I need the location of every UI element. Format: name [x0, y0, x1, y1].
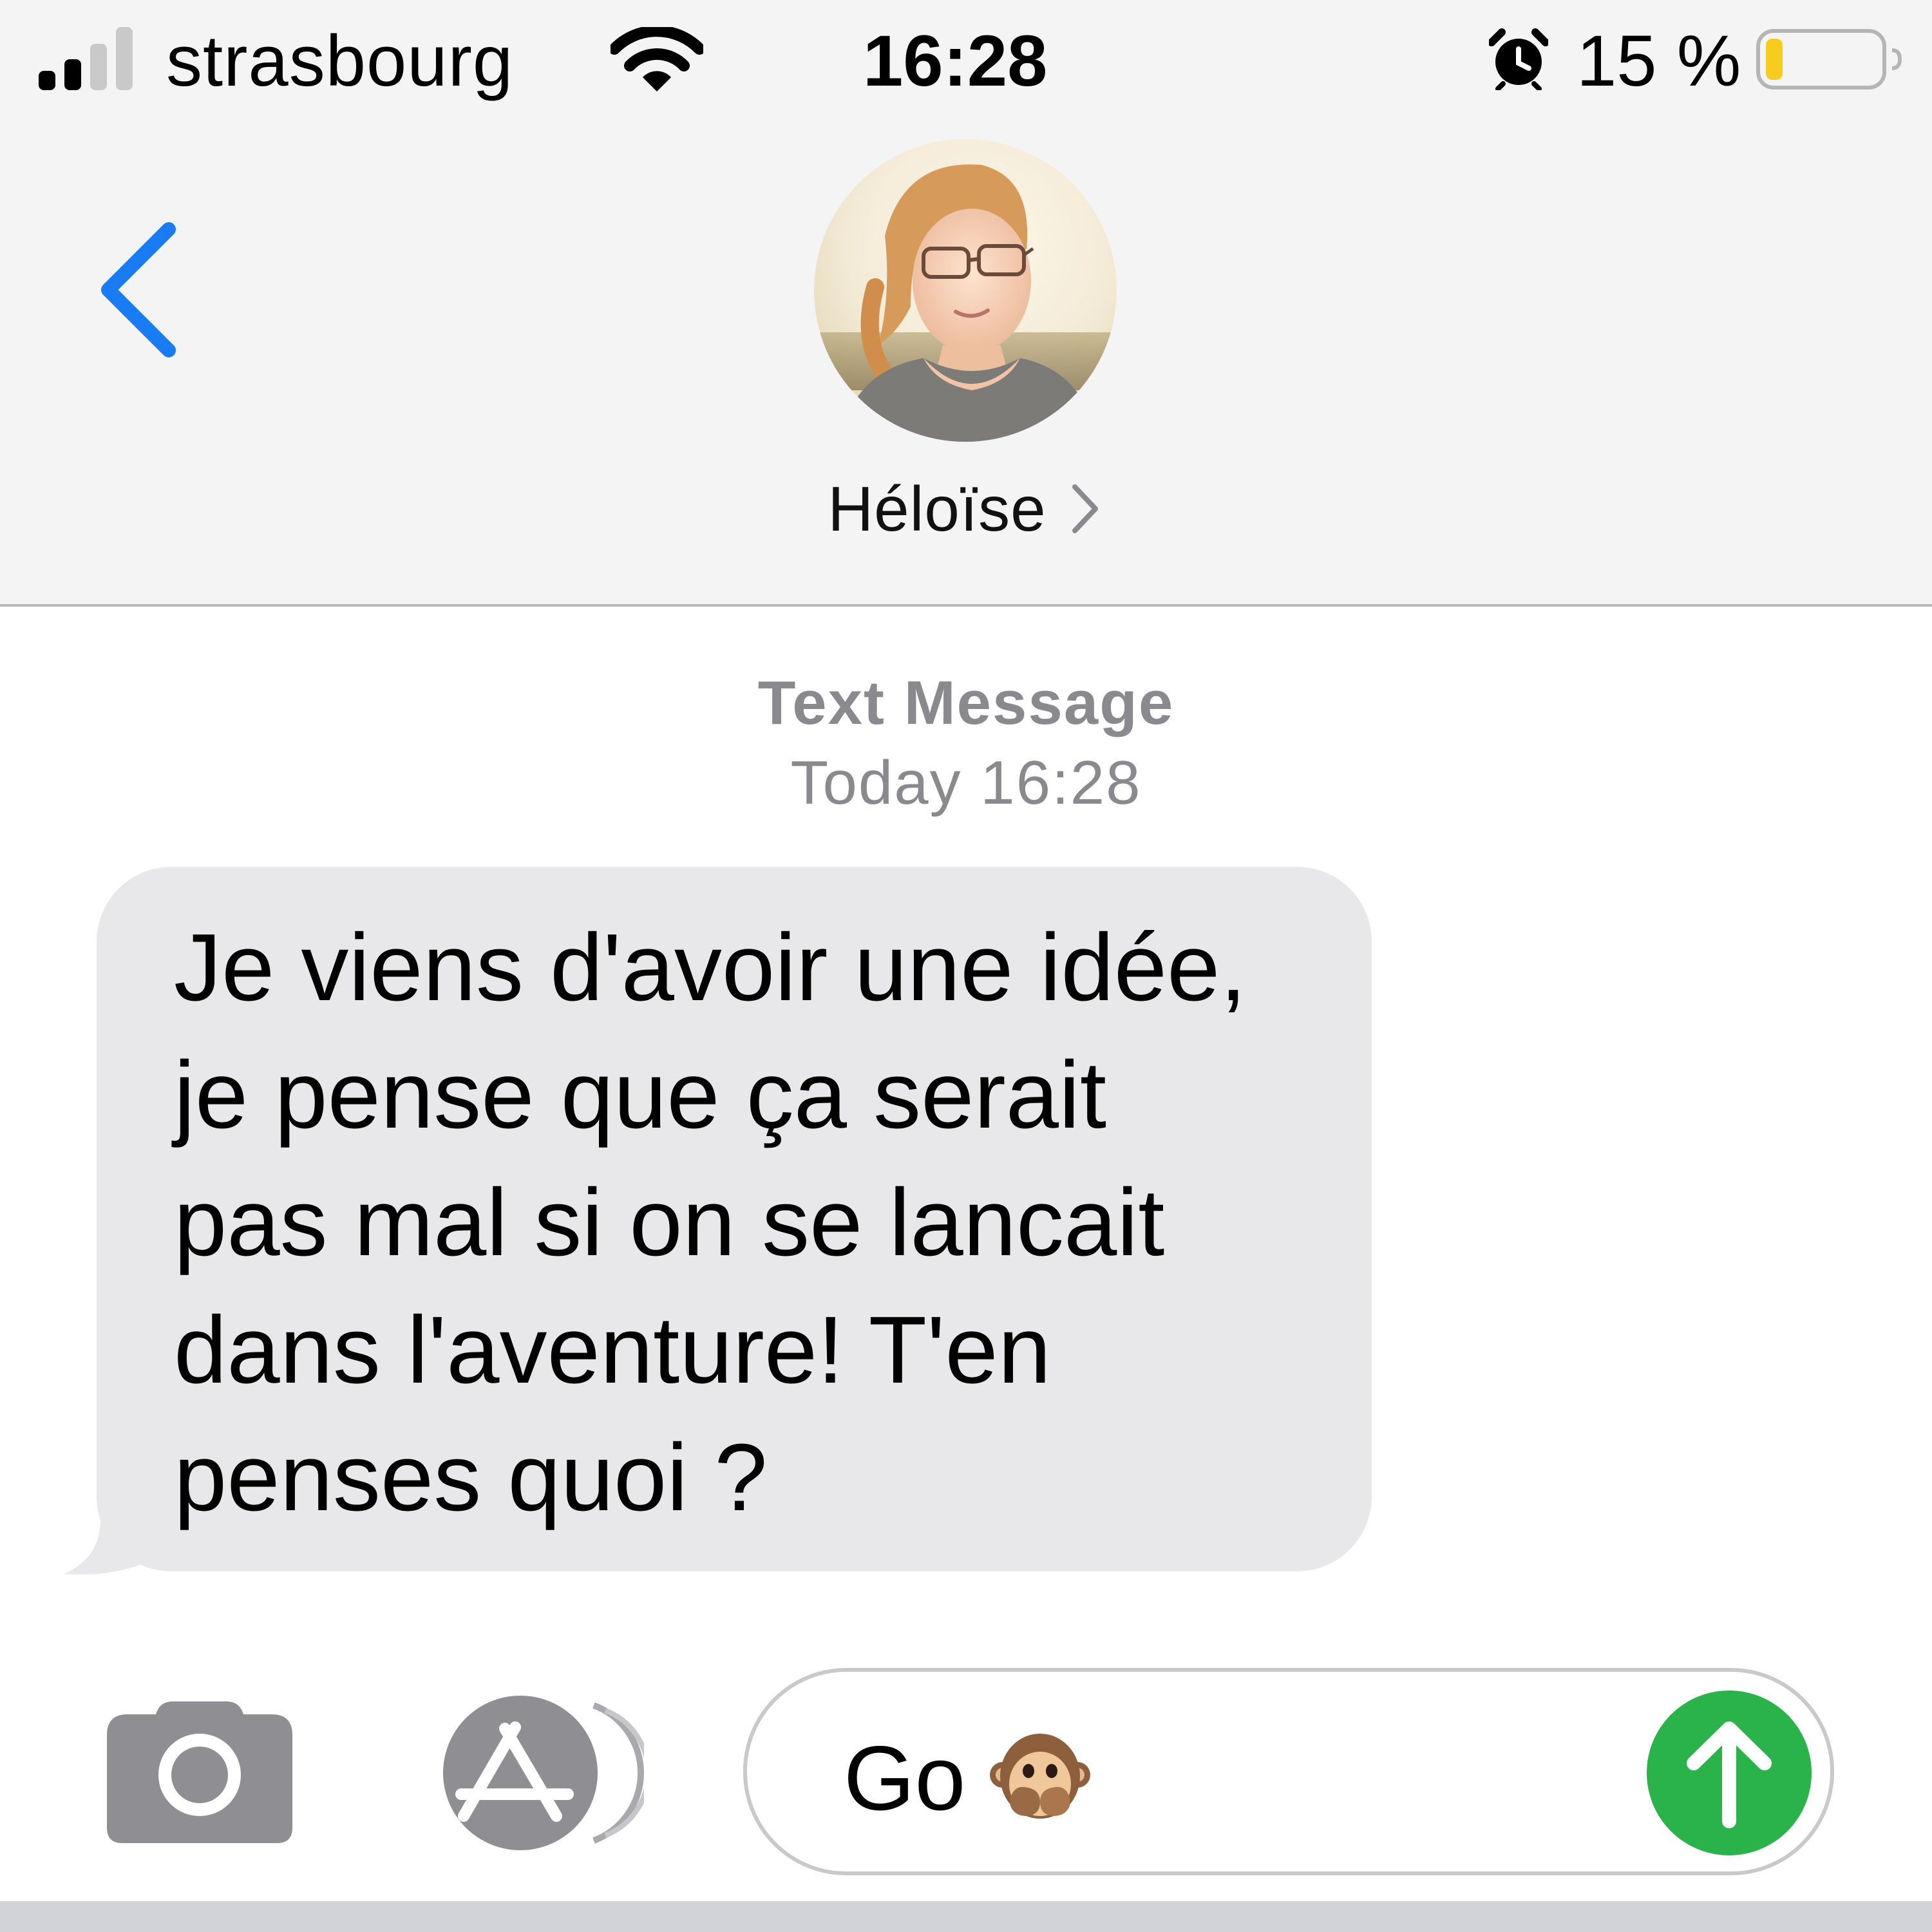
message-type-label: Text Message — [757, 668, 1175, 737]
keyboard-edge — [0, 1901, 1932, 1932]
speak-no-evil-monkey-icon — [990, 1734, 1091, 1819]
app-store-button[interactable] — [425, 1694, 644, 1852]
status-time: 16:28 — [863, 21, 1048, 101]
contact-name: Héloïse — [828, 473, 1046, 544]
message-input[interactable]: Go — [743, 1668, 1834, 1875]
back-button[interactable] — [90, 219, 193, 361]
battery-level-fill — [1766, 39, 1783, 80]
contact-name-button[interactable]: Héloïse — [0, 470, 1932, 547]
alarm-icon — [1489, 28, 1548, 90]
chevron-left-icon — [101, 222, 176, 357]
status-bar: strasbourg 16:28 15 % — [0, 0, 1932, 122]
send-button[interactable] — [1646, 1690, 1812, 1856]
app-store-icon — [443, 1696, 644, 1850]
camera-button[interactable] — [104, 1699, 295, 1846]
carrier-name: strasbourg — [166, 21, 514, 101]
conversation-meta: Text Message Today 16:28 — [0, 663, 1932, 823]
wifi-icon — [611, 27, 703, 91]
signal-icon — [39, 27, 133, 90]
battery-icon — [1756, 29, 1902, 90]
message-text: Je viens d'avoir une idée, je pense que … — [174, 914, 1247, 1531]
battery-percent: 15 % — [1577, 21, 1741, 101]
contact-avatar[interactable] — [814, 139, 1117, 442]
camera-icon — [107, 1701, 292, 1843]
top-area: strasbourg 16:28 15 % Héloïse — [0, 0, 1932, 607]
input-draft: Go — [844, 1726, 1092, 1829]
chevron-right-icon — [1072, 484, 1098, 533]
incoming-message-bubble[interactable]: Je viens d'avoir une idée, je pense que … — [97, 867, 1372, 1571]
draft-text: Go — [844, 1727, 966, 1830]
message-timestamp: Today 16:28 — [790, 748, 1142, 817]
